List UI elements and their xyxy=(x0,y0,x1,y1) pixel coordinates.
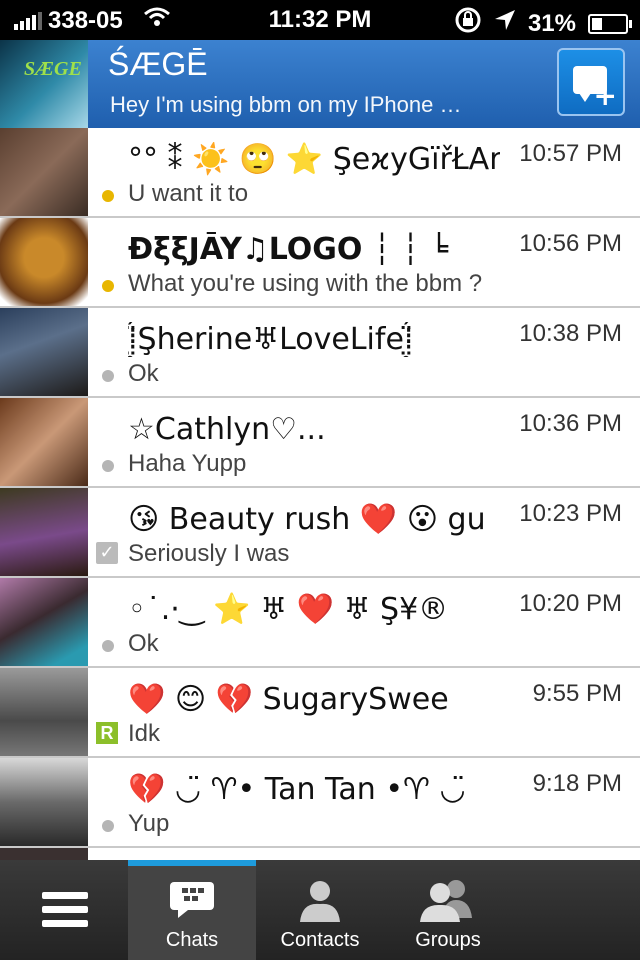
chat-time: 10:57 PM xyxy=(519,140,622,167)
tab-chats[interactable]: Chats xyxy=(128,860,256,960)
chat-row-partial[interactable] xyxy=(0,848,640,860)
tab-contacts-label: Contacts xyxy=(280,929,360,951)
chat-title: ◦˙.·‿ ⭐ ♅ ❤️ ♅ Ş¥® xyxy=(128,592,449,627)
contact-avatar xyxy=(0,488,88,576)
chat-row[interactable]: °° ⁑ ☀️ 🙄 ⭐ ŞeϰyGïřŁAr 10:57 PM U want i… xyxy=(0,128,640,218)
contacts-icon xyxy=(300,881,340,922)
chat-title: ⁞̤̥̈́Şherine♅LoveLife⁞̤̥̈́ xyxy=(128,322,414,357)
groups-icon xyxy=(420,880,472,922)
menu-button[interactable] xyxy=(0,860,128,960)
new-chat-button[interactable]: + xyxy=(557,48,625,116)
chat-time: 10:56 PM xyxy=(519,230,622,257)
chat-last-message: Yup xyxy=(128,810,170,837)
chat-time: 10:20 PM xyxy=(519,590,622,617)
unread-dot-icon xyxy=(102,190,114,202)
contact-avatar xyxy=(0,668,88,756)
tab-contacts[interactable]: Contacts xyxy=(256,860,384,960)
status-right-group: 31% xyxy=(454,6,632,41)
tab-groups-label: Groups xyxy=(415,929,481,951)
location-arrow-icon xyxy=(494,9,516,38)
tab-groups[interactable]: Groups xyxy=(384,860,512,960)
chat-title: ❤️ 😊 💔 SugarySwee xyxy=(128,682,449,717)
chats-icon xyxy=(170,882,214,918)
unread-dot-icon xyxy=(102,280,114,292)
chat-last-message: Seriously I was xyxy=(128,540,290,567)
contact-avatar xyxy=(0,128,88,216)
bottom-tab-bar: Chats Contacts Groups xyxy=(0,860,640,960)
contact-avatar xyxy=(0,308,88,396)
chat-time: 10:23 PM xyxy=(519,500,622,527)
contact-avatar xyxy=(0,578,88,666)
delivered-check-icon: ✓ xyxy=(96,542,118,564)
chat-row[interactable]: 💔 ◡̈ ♈• Tan Tan •♈ ◡̈ 9:18 PM Yup xyxy=(0,758,640,848)
contact-avatar xyxy=(0,848,88,860)
chat-time: 10:36 PM xyxy=(519,410,622,437)
battery-icon xyxy=(588,13,632,34)
chat-title: °° ⁑ ☀️ 🙄 ⭐ ŞeϰyGïřŁAr xyxy=(128,142,500,177)
chat-time: 9:55 PM xyxy=(532,680,622,707)
chat-row[interactable]: ☆Cathlyn♡... 10:36 PM Haha Yupp xyxy=(0,398,640,488)
profile-header[interactable]: SÆGE ŚÆGĒ Hey I'm using bbm on my IPhone… xyxy=(0,40,640,128)
profile-status: Hey I'm using bbm on my IPhone … xyxy=(110,92,462,117)
chat-row[interactable]: ⁞̤̥̈́Şherine♅LoveLife⁞̤̥̈́ 10:38 PM Ok xyxy=(0,308,640,398)
chat-title: ĐξξJĀY♫LOGO ┆ ┆ ╘ xyxy=(128,232,448,267)
chat-title: ☆Cathlyn♡... xyxy=(128,412,326,447)
avatar-logo-text: SÆGE xyxy=(24,58,82,80)
chat-last-message: Ok xyxy=(128,630,159,657)
chat-row[interactable]: ĐξξJĀY♫LOGO ┆ ┆ ╘ 10:56 PM What you're u… xyxy=(0,218,640,308)
profile-avatar[interactable]: SÆGE xyxy=(0,40,88,128)
chat-last-message: Idk xyxy=(128,720,161,747)
chat-title: 💔 ◡̈ ♈• Tan Tan •♈ ◡̈ xyxy=(128,772,466,807)
profile-name: ŚÆGĒ xyxy=(108,46,208,82)
read-dot-icon xyxy=(102,370,114,382)
battery-percent: 31% xyxy=(527,9,576,37)
chat-list[interactable]: °° ⁑ ☀️ 🙄 ⭐ ŞeϰyGïřŁAr 10:57 PM U want i… xyxy=(0,128,640,860)
rotation-lock-icon xyxy=(454,6,482,41)
contact-avatar xyxy=(0,218,88,306)
more-options-button[interactable] xyxy=(512,860,640,960)
chat-row[interactable]: ◦˙.·‿ ⭐ ♅ ❤️ ♅ Ş¥® 10:20 PM Ok xyxy=(0,578,640,668)
chat-title: 😘 Beauty rush ❤️ 😮 gu xyxy=(128,502,486,537)
chat-last-message: U want it to xyxy=(128,180,249,207)
chat-row[interactable]: 😘 Beauty rush ❤️ 😮 gu 10:23 PM ✓ Serious… xyxy=(0,488,640,578)
plus-icon: + xyxy=(593,79,617,112)
chat-last-message: Ok xyxy=(128,360,159,387)
chat-time: 10:38 PM xyxy=(519,320,622,347)
read-dot-icon xyxy=(102,820,114,832)
read-dot-icon xyxy=(102,460,114,472)
read-r-badge-icon: R xyxy=(96,722,118,744)
chat-row[interactable]: ❤️ 😊 💔 SugarySwee 9:55 PM R Idk xyxy=(0,668,640,758)
chat-last-message: What you're using with the bbm ? xyxy=(128,270,483,297)
tab-chats-label: Chats xyxy=(165,929,219,951)
chat-time: 9:18 PM xyxy=(532,770,622,797)
read-dot-icon xyxy=(102,640,114,652)
contact-avatar xyxy=(0,398,88,486)
chat-last-message: Haha Yupp xyxy=(128,450,247,477)
status-bar: 338-05 11:32 PM 31% xyxy=(0,0,640,40)
contact-avatar xyxy=(0,758,88,846)
